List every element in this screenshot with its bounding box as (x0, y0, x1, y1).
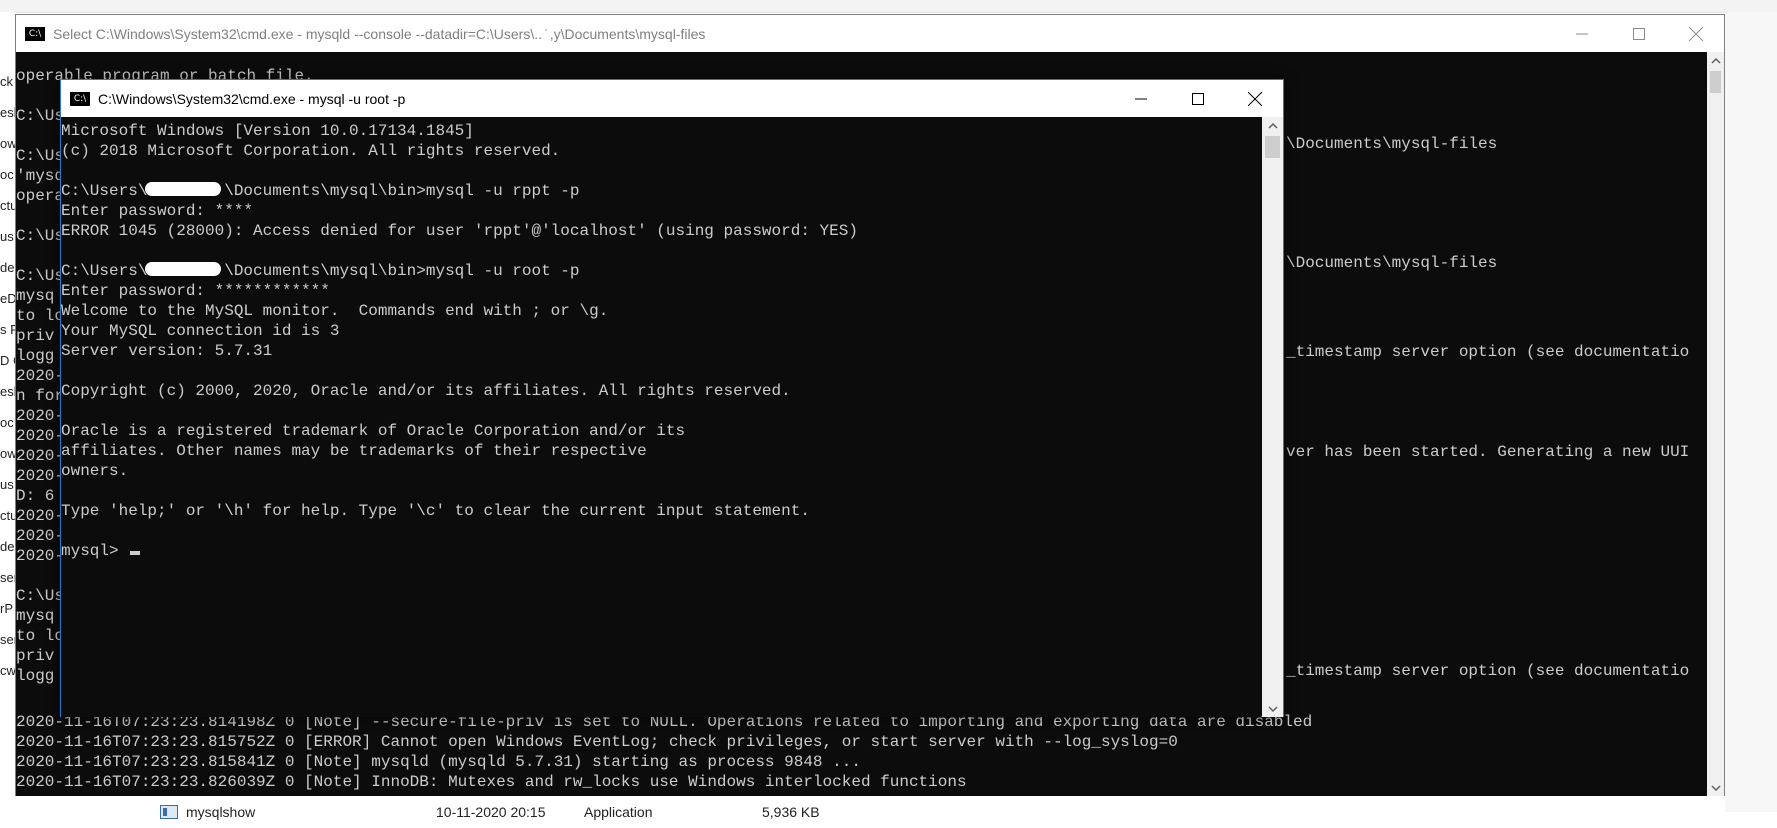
console-line: 2020-11-16T07:23:23.815752Z 0 [ERROR] Ca… (16, 733, 1178, 751)
console-line: owners. (61, 462, 129, 480)
redaction-mark (145, 182, 221, 196)
nav-item-fragment[interactable]: ser (0, 570, 16, 585)
title-bar[interactable]: C:\ Select C:\Windows\System32\cmd.exe -… (16, 15, 1724, 52)
nav-item-fragment[interactable]: esk (0, 384, 16, 399)
nav-item-fragment[interactable]: rP (0, 601, 13, 616)
console-fragment: ver has been started. Generating a new U… (1286, 443, 1690, 461)
cmd-icon: C:\ (25, 26, 45, 41)
nav-item-fragment[interactable]: de (0, 539, 14, 554)
explorer-right-pane (1725, 12, 1777, 812)
nav-item-fragment[interactable]: us (0, 229, 14, 244)
scroll-up-button[interactable] (1262, 117, 1283, 134)
nav-item-fragment[interactable]: ck (0, 74, 13, 89)
mysql-prompt-line[interactable]: mysql> (61, 541, 1261, 561)
mysql-prompt: mysql> (61, 542, 129, 560)
application-icon (160, 805, 178, 819)
minimize-icon (1575, 33, 1588, 34)
minimize-icon (1134, 98, 1147, 99)
console-line: affiliates. Other names may be trademark… (61, 442, 647, 460)
close-icon (1247, 91, 1262, 106)
scroll-thumb[interactable] (1710, 71, 1721, 93)
console-fragment: _timestamp server option (see documentat… (1286, 662, 1690, 680)
console-line: C:\Users\ \Documents\mysql\bin>mysql -u … (61, 262, 580, 280)
console-line: Type 'help;' or '\h' for help. Type '\c'… (61, 502, 810, 520)
console-line: Welcome to the MySQL monitor. Commands e… (61, 302, 609, 320)
vertical-scrollbar[interactable] (1707, 52, 1724, 796)
console-lines: Microsoft Windows [Version 10.0.17134.18… (61, 121, 1261, 561)
console-line: Oracle is a registered trademark of Orac… (61, 422, 686, 440)
text-cursor (130, 551, 141, 555)
console-line: 2020-11-16T07:23:23.815841Z 0 [Note] mys… (16, 753, 861, 771)
nav-item-fragment[interactable]: cw (0, 663, 16, 678)
nav-item-fragment[interactable]: esk (0, 105, 16, 120)
console-line: Copyright (c) 2000, 2020, Oracle and/or … (61, 382, 791, 400)
scroll-up-button[interactable] (1707, 52, 1724, 69)
window-title: C:\Windows\System32\cmd.exe - mysql -u r… (98, 90, 406, 107)
minimize-button[interactable] (1112, 80, 1169, 117)
explorer-navigation-pane: ck esk ow oc ctu us de eD s P D C esk oc ow us ctu de se… (0, 12, 16, 792)
nav-item-fragment[interactable]: ow (0, 446, 16, 461)
nav-item-fragment[interactable]: oc (0, 415, 14, 430)
file-name: mysqlshow (186, 804, 256, 820)
console-line: Microsoft Windows [Version 10.0.17134.18… (61, 122, 474, 140)
console-line: Enter password: ************ (61, 282, 330, 300)
nav-item-fragment[interactable]: de (0, 260, 14, 275)
window-title: Select C:\Windows\System32\cmd.exe - mys… (53, 25, 706, 42)
explorer-toolbar-strip (0, 0, 1777, 13)
vertical-scrollbar[interactable] (1262, 117, 1283, 717)
nav-item-fragment[interactable]: D C (0, 353, 16, 368)
nav-item-fragment[interactable]: oc (0, 167, 14, 182)
file-row-mysqlshow[interactable]: mysqlshow 10-11-2020 20:15 Application 5… (160, 801, 820, 823)
close-button[interactable] (1226, 80, 1283, 117)
console-line: Your MySQL connection id is 3 (61, 322, 340, 340)
maximize-button[interactable] (1610, 15, 1667, 52)
console-line: 2020-11-16T07:23:23.826039Z 0 [Note] Inn… (16, 773, 967, 791)
title-bar[interactable]: C:\ C:\Windows\System32\cmd.exe - mysql … (61, 80, 1283, 117)
console-fragment: \Documents\mysql-files (1286, 254, 1498, 272)
nav-item-fragment[interactable]: ow (0, 136, 16, 151)
minimize-button[interactable] (1553, 15, 1610, 52)
console-fragment: \Documents\mysql-files (1286, 135, 1498, 153)
maximize-icon (1632, 27, 1645, 40)
console-line: Enter password: **** (61, 202, 254, 220)
console-line: Server version: 5.7.31 (61, 342, 273, 360)
maximize-button[interactable] (1169, 80, 1226, 117)
maximize-icon (1191, 92, 1204, 105)
chevron-up-icon (1710, 57, 1721, 64)
close-button[interactable] (1667, 15, 1724, 52)
console-line: C:\Users\ \Documents\mysql\bin>mysql -u … (61, 182, 580, 200)
chevron-down-icon (1267, 705, 1278, 712)
redaction-mark (145, 262, 221, 276)
console-fragment: _timestamp server option (see documentat… (1286, 343, 1690, 361)
chevron-down-icon (1710, 784, 1721, 791)
console-line: (c) 2018 Microsoft Corporation. All righ… (61, 142, 561, 160)
mysql-client-console-window[interactable]: C:\ C:\Windows\System32\cmd.exe - mysql … (60, 79, 1284, 717)
nav-item-fragment[interactable]: ctu (0, 198, 16, 213)
file-type: Application (584, 804, 653, 820)
scroll-thumb[interactable] (1265, 136, 1280, 158)
console-log-lines: 2020-11-16T07:23:23.814198Z 0 [Note] --s… (16, 712, 1708, 796)
close-icon (1688, 26, 1703, 41)
nav-item-fragment[interactable]: ser (0, 632, 16, 647)
nav-item-fragment[interactable]: us (0, 477, 14, 492)
file-date: 10-11-2020 20:15 (436, 804, 546, 820)
cmd-icon: C:\ (70, 91, 90, 106)
file-size: 5,936 KB (762, 804, 820, 820)
console-line: ERROR 1045 (28000): Access denied for us… (61, 222, 858, 240)
chevron-up-icon (1267, 122, 1278, 129)
nav-item-fragment[interactable]: s P (0, 322, 16, 337)
scroll-down-button[interactable] (1707, 779, 1724, 796)
scroll-down-button[interactable] (1262, 700, 1283, 717)
nav-item-fragment[interactable]: eD (0, 291, 16, 306)
mysql-client-console-output[interactable]: Microsoft Windows [Version 10.0.17134.18… (61, 117, 1261, 717)
nav-item-fragment[interactable]: ctu (0, 508, 16, 523)
